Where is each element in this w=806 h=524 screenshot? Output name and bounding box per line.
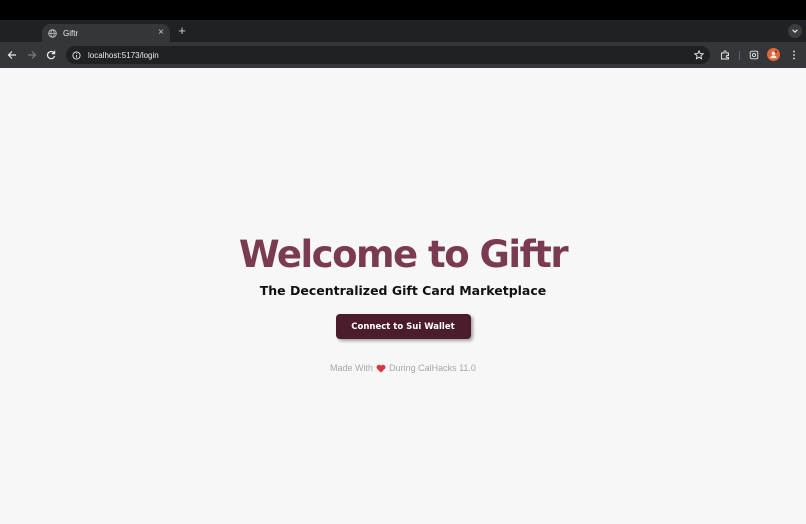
forward-icon[interactable]: [25, 48, 39, 62]
tab-search-icon[interactable]: [788, 24, 802, 38]
media-icon[interactable]: [747, 48, 761, 62]
address-bar[interactable]: localhost:5173/login: [66, 46, 710, 64]
page-subtitle: The Decentralized Gift Card Marketplace: [259, 283, 547, 298]
page-viewport: Welcome to Giftr The Decentralized Gift …: [0, 68, 806, 524]
browser-tab[interactable]: Giftr ×: [42, 24, 170, 42]
tab-strip: Giftr × +: [0, 20, 806, 42]
heart-icon: [376, 364, 386, 373]
globe-icon: [48, 28, 57, 38]
footer-credit: Made With During CalHacks 11.0: [0, 363, 806, 373]
footer-prefix: Made With: [330, 363, 374, 373]
new-tab-button[interactable]: +: [176, 24, 188, 38]
connect-wallet-button[interactable]: Connect to Sui Wallet: [335, 314, 471, 339]
site-info-icon[interactable]: [72, 50, 81, 60]
url-text: localhost:5173/login: [88, 50, 159, 60]
extensions-icon[interactable]: [718, 48, 732, 62]
tab-close-icon[interactable]: ×: [158, 28, 164, 38]
page-title: Welcome to Giftr: [238, 233, 569, 276]
bookmark-star-icon[interactable]: [694, 50, 704, 60]
menu-icon[interactable]: [787, 48, 801, 62]
tab-title: Giftr: [63, 28, 79, 38]
profile-avatar[interactable]: [767, 48, 780, 61]
browser-toolbar: localhost:5173/login: [0, 42, 806, 68]
reload-icon[interactable]: [44, 48, 58, 62]
browser-chrome: Giftr × + localhost:5173/login: [0, 0, 806, 68]
back-icon[interactable]: [5, 48, 19, 62]
hero-section: Welcome to Giftr The Decentralized Gift …: [0, 233, 806, 373]
toolbar-divider: [739, 51, 740, 60]
footer-suffix: During CalHacks 11.0: [389, 363, 476, 373]
